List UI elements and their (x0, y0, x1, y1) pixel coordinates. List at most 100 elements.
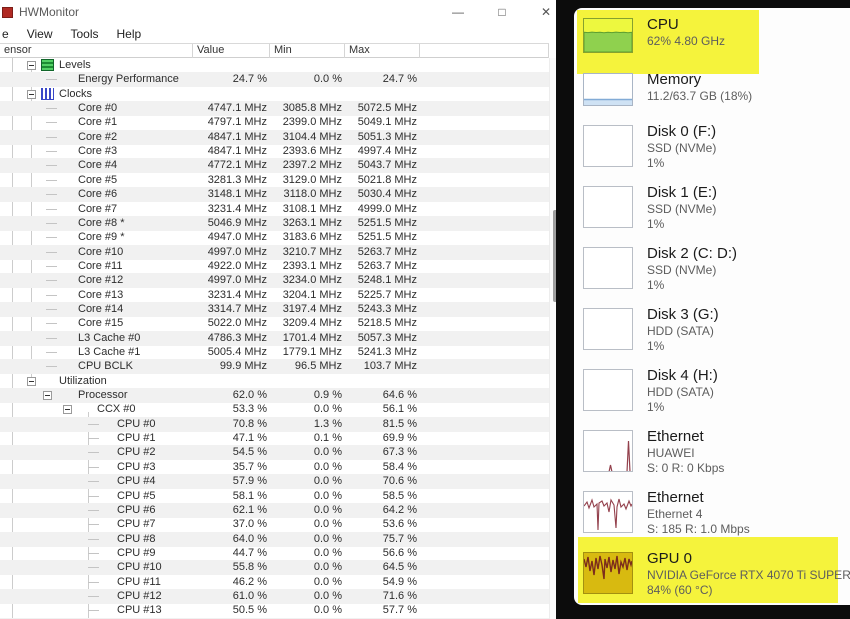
sensor-value: 62.1 % (183, 504, 267, 516)
tree-connector (46, 209, 57, 210)
table-row[interactable]: Core #9 *4947.0 MHz3183.6 MHz5251.5 MHz (0, 230, 549, 245)
table-row[interactable]: Core #44772.1 MHz2397.2 MHz5043.7 MHz (0, 158, 549, 173)
perf-entry-disk3[interactable]: Disk 3 (G:)HDD (SATA)1% (574, 308, 850, 364)
screen: HWMonitor — □ ✕ eViewToolsHelp ensorValu… (0, 0, 850, 619)
sensor-min: 3210.7 MHz (262, 246, 342, 258)
perf-entry-disk4[interactable]: Disk 4 (H:)HDD (SATA)1% (574, 369, 850, 425)
table-row[interactable]: Core #104997.0 MHz3210.7 MHz5263.7 MHz (0, 245, 549, 260)
column-header-ensor[interactable]: ensor (0, 44, 193, 58)
disk4-title: Disk 4 (H:) (647, 366, 718, 385)
table-row[interactable]: CPU BCLK99.9 MHz96.5 MHz103.7 MHz (0, 359, 549, 374)
table-row[interactable]: Core #53281.3 MHz3129.0 MHz5021.8 MHz (0, 173, 549, 188)
menu-item-file[interactable]: e (0, 27, 18, 41)
table-row[interactable]: Core #155022.0 MHz3209.4 MHz5218.5 MHz (0, 316, 549, 331)
sensor-label: Utilization (59, 375, 107, 387)
table-row[interactable]: Core #04747.1 MHz3085.8 MHz5072.5 MHz (0, 101, 549, 116)
menu-item-help[interactable]: Help (108, 27, 151, 41)
column-header-Min[interactable]: Min (270, 44, 345, 58)
sensor-max: 81.5 % (337, 418, 417, 430)
table-row[interactable]: Core #14797.1 MHz2399.0 MHz5049.1 MHz (0, 115, 549, 130)
table-row[interactable]: Core #133231.4 MHz3204.1 MHz5225.7 MHz (0, 288, 549, 303)
table-row[interactable]: CPU #944.7 %0.0 %56.6 % (0, 546, 549, 561)
table-row[interactable]: Core #63148.1 MHz3118.0 MHz5030.4 MHz (0, 187, 549, 202)
table-row[interactable]: L3 Cache #15005.4 MHz1779.1 MHz5241.3 MH… (0, 345, 549, 360)
perf-entry-gpu0[interactable]: GPU 0NVIDIA GeForce RTX 4070 Ti SUPER84%… (574, 552, 850, 605)
disk0-graph (583, 125, 633, 167)
menu-item-tools[interactable]: Tools (61, 27, 107, 41)
expand-collapse-toggle[interactable] (27, 377, 36, 386)
column-header-Value[interactable]: Value (193, 44, 270, 58)
sensor-label: Clocks (59, 88, 92, 100)
sensor-max: 5241.3 MHz (337, 346, 417, 358)
column-header-Max[interactable]: Max (345, 44, 420, 58)
sensor-max: 5251.5 MHz (337, 217, 417, 229)
table-row[interactable]: Core #143314.7 MHz3197.4 MHz5243.3 MHz (0, 302, 549, 317)
table-row[interactable]: CCX #053.3 %0.0 %56.1 % (0, 402, 549, 417)
table-row[interactable]: L3 Cache #04786.3 MHz1701.4 MHz5057.3 MH… (0, 331, 549, 346)
sensor-label: CPU BCLK (78, 360, 133, 372)
table-row[interactable]: CPU #737.0 %0.0 %53.6 % (0, 517, 549, 532)
table-row[interactable]: Core #124997.0 MHz3234.0 MHz5248.1 MHz (0, 273, 549, 288)
sensor-value: 35.7 % (183, 461, 267, 473)
table-row[interactable]: Core #114922.0 MHz2393.1 MHz5263.7 MHz (0, 259, 549, 274)
tree-connector (46, 165, 57, 166)
disk2-subtitle-1: 1% (647, 278, 737, 293)
expand-collapse-toggle[interactable] (43, 391, 52, 400)
table-row[interactable]: Core #34847.1 MHz2393.6 MHz4997.4 MHz (0, 144, 549, 159)
table-row[interactable]: CPU #558.1 %0.0 %58.5 % (0, 489, 549, 504)
table-row[interactable]: Core #73231.4 MHz3108.1 MHz4999.0 MHz (0, 202, 549, 217)
expand-collapse-toggle[interactable] (63, 405, 72, 414)
sensor-min: 0.0 % (262, 475, 342, 487)
task-manager-panel: CPU62% 4.80 GHz Memory11.2/63.7 GB (18%)… (574, 8, 850, 605)
table-row[interactable]: Clocks (0, 87, 549, 102)
tree-connector (46, 237, 57, 238)
perf-entry-ethernet1[interactable]: EthernetHUAWEIS: 0 R: 0 Kbps (574, 430, 850, 486)
disk1-text: Disk 1 (E:)SSD (NVMe)1% (647, 183, 717, 232)
sensor-min: 0.0 % (262, 576, 342, 588)
menu-item-view[interactable]: View (18, 27, 62, 41)
table-row[interactable]: CPU #147.1 %0.1 %69.9 % (0, 431, 549, 446)
maximize-icon[interactable]: □ (487, 0, 517, 24)
table-row[interactable]: Energy Performance24.7 %0.0 %24.7 % (0, 72, 549, 87)
perf-entry-disk0[interactable]: Disk 0 (F:)SSD (NVMe)1% (574, 125, 850, 181)
table-row[interactable]: CPU #070.8 %1.3 %81.5 % (0, 417, 549, 432)
table-row[interactable]: Processor62.0 %0.9 %64.6 % (0, 388, 549, 403)
table-row[interactable]: CPU #662.1 %0.0 %64.2 % (0, 503, 549, 518)
expand-collapse-toggle[interactable] (27, 61, 36, 70)
table-row[interactable]: CPU #864.0 %0.0 %75.7 % (0, 532, 549, 547)
table-row[interactable]: CPU #1350.5 %0.0 %57.7 % (0, 603, 549, 618)
tree-connector (88, 424, 99, 425)
disk2-subtitle-0: SSD (NVMe) (647, 263, 737, 278)
sensor-value: 4747.1 MHz (183, 102, 267, 114)
tree-connector (46, 323, 57, 324)
sensor-value: 3231.4 MHz (183, 203, 267, 215)
expand-collapse-toggle[interactable] (27, 90, 36, 99)
column-header-blank[interactable] (420, 44, 549, 58)
sensor-min: 3183.6 MHz (262, 231, 342, 243)
table-row[interactable]: Core #8 *5046.9 MHz3263.1 MHz5251.5 MHz (0, 216, 549, 231)
perf-entry-memory[interactable]: Memory11.2/63.7 GB (18%) (574, 73, 850, 129)
table-row[interactable]: Core #24847.1 MHz3104.4 MHz5051.3 MHz (0, 130, 549, 145)
table-row[interactable]: Levels (0, 58, 549, 73)
sensor-min: 0.0 % (262, 73, 342, 85)
sensor-min: 0.0 % (262, 547, 342, 559)
gpu0-graph (583, 552, 633, 594)
table-row[interactable]: Utilization (0, 374, 549, 389)
table-row[interactable]: CPU #335.7 %0.0 %58.4 % (0, 460, 549, 475)
sensor-label: Core #4 (78, 159, 117, 171)
minimize-icon[interactable]: — (443, 0, 473, 24)
table-row[interactable]: CPU #457.9 %0.0 %70.6 % (0, 474, 549, 489)
sensor-value: 46.2 % (183, 576, 267, 588)
disk4-subtitle-0: HDD (SATA) (647, 385, 718, 400)
table-row[interactable]: CPU #254.5 %0.0 %67.3 % (0, 445, 549, 460)
perf-entry-disk1[interactable]: Disk 1 (E:)SSD (NVMe)1% (574, 186, 850, 242)
table-row[interactable]: CPU #1261.0 %0.0 %71.6 % (0, 589, 549, 604)
disk1-subtitle-0: SSD (NVMe) (647, 202, 717, 217)
perf-entry-cpu[interactable]: CPU62% 4.80 GHz (574, 18, 850, 74)
table-row[interactable]: CPU #1146.2 %0.0 %54.9 % (0, 575, 549, 590)
sensor-value: 70.8 % (183, 418, 267, 430)
table-row[interactable]: CPU #1055.8 %0.0 %64.5 % (0, 560, 549, 575)
ethernet1-graph (583, 430, 633, 472)
perf-entry-disk2[interactable]: Disk 2 (C: D:)SSD (NVMe)1% (574, 247, 850, 303)
perf-entry-ethernet2[interactable]: EthernetEthernet 4S: 185 R: 1.0 Mbps (574, 491, 850, 547)
